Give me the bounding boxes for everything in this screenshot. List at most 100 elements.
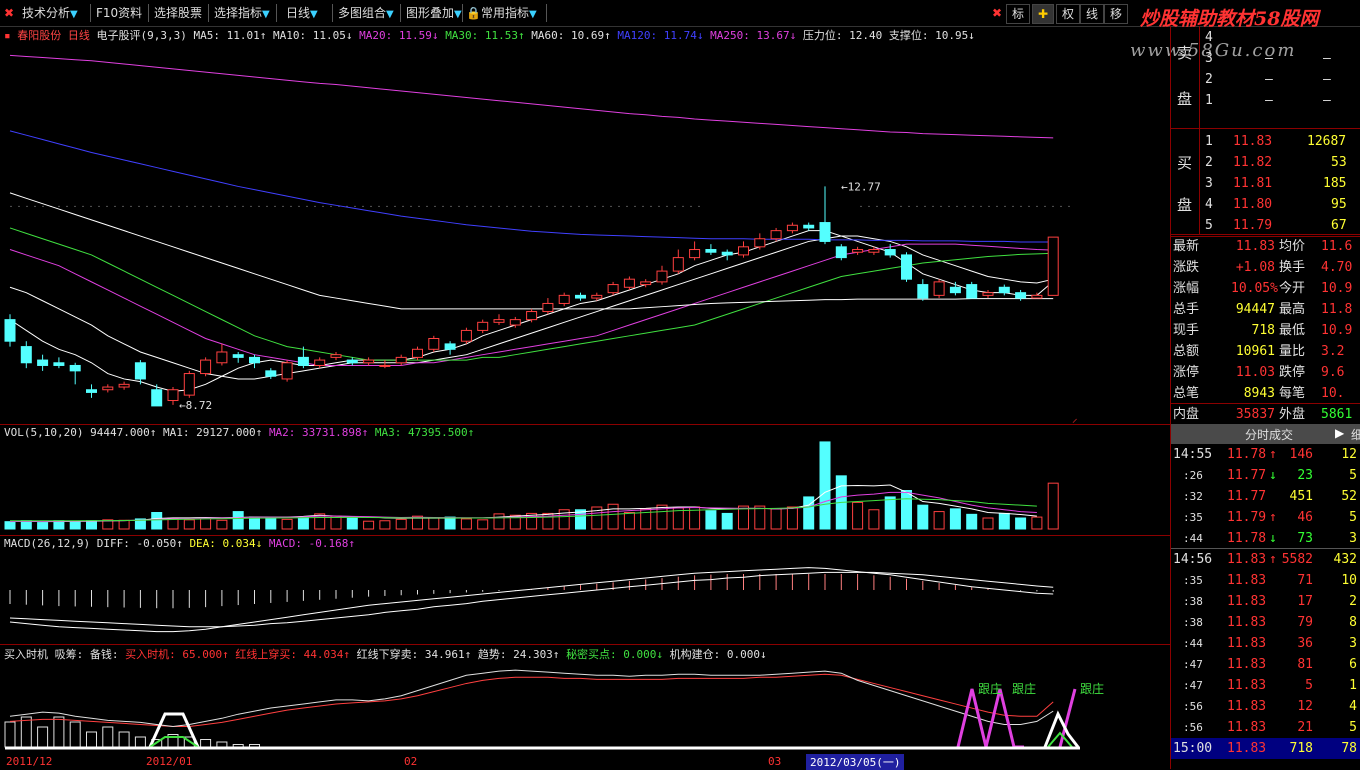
tick-row[interactable]: :47 11.83 81 6	[1171, 654, 1360, 675]
candle-body	[37, 359, 49, 366]
tick-row[interactable]: :32 11.77 451 52	[1171, 486, 1360, 507]
candle-body	[102, 386, 114, 391]
volume-bar	[803, 496, 815, 530]
volume-bar	[917, 504, 929, 530]
candle-body	[265, 370, 277, 377]
crosshair-button[interactable]: ✚	[1032, 4, 1054, 24]
buy-row[interactable]: 4 11.80 95	[1171, 194, 1360, 215]
volume-panel[interactable]: VOL(5,10,20) 94447.000↑ MA1: 29127.000↑ …	[0, 425, 1170, 536]
cursor-date-label: 2012/03/05(一)	[806, 754, 905, 770]
candle-body	[949, 286, 961, 294]
tick-row[interactable]: :56 11.83 21 5	[1171, 717, 1360, 738]
tick-row[interactable]: :47 11.83 5 1	[1171, 675, 1360, 696]
buytime-bar	[216, 741, 228, 748]
tick-row[interactable]: :38 11.83 79 8	[1171, 612, 1360, 633]
magenta-signal	[956, 688, 1024, 749]
menu-overlay[interactable]: 图形叠加▼	[406, 4, 462, 22]
high-price-label: ←12.77	[841, 180, 881, 193]
macd-chart[interactable]	[0, 550, 1170, 644]
menu-period[interactable]: 日线▼	[286, 4, 318, 22]
ma-line-ma20	[9, 243, 1054, 366]
volume-bar	[200, 517, 212, 530]
volume-bar	[786, 506, 798, 530]
buy-row[interactable]: 2 11.82 53	[1171, 152, 1360, 173]
candle-body	[754, 238, 766, 248]
sell-row[interactable]: 4	[1171, 27, 1360, 48]
tick-row[interactable]: 15:00 11.83 718 78	[1171, 738, 1360, 759]
volume-bar	[623, 512, 635, 530]
macd-name[interactable]: MACD(26,12,9)	[4, 537, 90, 550]
candle-body	[249, 356, 260, 364]
tick-row[interactable]: :26 11.77 ↓ 23 5	[1171, 465, 1360, 486]
ma-line-ma60	[9, 192, 1054, 310]
tick-row[interactable]: :38 11.83 17 2	[1171, 591, 1360, 612]
main-indicator-line: ▪ 春阳股份 日线 电子股评(9,3,3) MA5: 11.01↑ MA10: …	[4, 27, 975, 43]
candle-body	[412, 348, 423, 358]
period-label: 日线	[67, 29, 90, 42]
diff-line	[9, 567, 1054, 633]
menu-select-stock[interactable]: 选择股票	[154, 4, 202, 22]
sell-row[interactable]: 1– –	[1171, 90, 1360, 111]
tick-row[interactable]: :56 11.83 12 4	[1171, 696, 1360, 717]
candle-body	[53, 362, 65, 366]
candle-body	[982, 292, 994, 296]
buytime-bar	[102, 726, 114, 748]
menu-f10[interactable]: F10资料	[96, 4, 142, 22]
buy-row[interactable]: 1 11.83 12687	[1171, 131, 1360, 152]
tick-row[interactable]: :35 11.79 ↑ 46 5	[1171, 507, 1360, 528]
mark-button[interactable]: 标	[1006, 4, 1030, 24]
macd-macd: MACD: -0.168↑	[268, 537, 356, 550]
candle-body	[86, 389, 97, 393]
candle-body	[379, 364, 391, 367]
menu-technical-analysis[interactable]: 技术分析▼	[22, 4, 78, 22]
dropdown-triangle-icon: ▼	[386, 9, 394, 20]
ticks-header[interactable]: 分时成交 ▶ 细	[1171, 424, 1360, 444]
buy-row[interactable]: 5 11.79 67	[1171, 215, 1360, 236]
volume-bar	[330, 515, 342, 530]
buytime-panel[interactable]: 买入时机 吸筹: 备钱: 买入时机: 65.000↑ 红线上穿买: 44.034…	[0, 645, 1170, 753]
detail-label[interactable]: 细	[1351, 426, 1360, 443]
tick-row[interactable]: :44 11.78 ↓ 73 3	[1171, 528, 1360, 549]
stat-row: 涨幅 10.05% 今开 10.9	[1173, 281, 1353, 296]
tick-row[interactable]: 14:55 11.78 ↑ 146 12	[1171, 444, 1360, 465]
dropdown-triangle-icon: ▼	[70, 9, 78, 20]
menu-common-indicators[interactable]: 🔒常用指标▼	[466, 4, 537, 22]
stat-row: 总手 94447 最高 11.8	[1173, 302, 1353, 317]
tick-row[interactable]: 14:56 11.83 ↑ 5582 432	[1171, 549, 1360, 570]
buytime-chart[interactable]: 跟庄 跟庄 跟庄	[0, 659, 1170, 753]
window-close-icon[interactable]: ✖	[992, 4, 1002, 22]
play-icon[interactable]: ▶	[1335, 426, 1344, 440]
sell-row[interactable]: 2– –	[1171, 69, 1360, 90]
stock-icon: ▪	[4, 29, 11, 42]
signal-shape	[149, 736, 199, 748]
volume-bar	[1047, 482, 1059, 530]
tick-row[interactable]: :44 11.83 36 3	[1171, 633, 1360, 654]
stock-name[interactable]: 春阳股份	[17, 29, 61, 42]
candle-body	[721, 251, 733, 256]
rights-button[interactable]: 权	[1056, 4, 1080, 24]
lock-icon: 🔒	[466, 6, 481, 20]
menu-multi-chart[interactable]: 多图组合▼	[338, 4, 394, 22]
candle-body	[428, 338, 440, 350]
menu-select-indicator[interactable]: 选择指标▼	[214, 4, 270, 22]
date-label: 03	[768, 755, 782, 768]
close-icon[interactable]: ✖	[4, 4, 14, 22]
sell-row[interactable]: 3– –	[1171, 48, 1360, 69]
stat-row: 涨停 11.03 跌停 9.6	[1173, 365, 1345, 380]
indicator-name[interactable]: 电子股评(9,3,3)	[97, 29, 187, 42]
volume-bar	[738, 505, 749, 530]
main-kline-panel[interactable]: ▪ 春阳股份 日线 电子股评(9,3,3) MA5: 11.01↑ MA10: …	[0, 26, 1170, 425]
buy-row[interactable]: 3 11.81 185	[1171, 173, 1360, 194]
macd-panel[interactable]: MACD(26,12,9) DIFF: -0.050↑ DEA: 0.034↓ …	[0, 536, 1170, 645]
candle-body	[216, 351, 228, 364]
move-button[interactable]: 移	[1104, 4, 1128, 24]
candle-body	[526, 311, 538, 321]
vol-name[interactable]: VOL(5,10,20)	[4, 426, 83, 439]
candle-body	[281, 362, 293, 380]
candle-body	[917, 284, 929, 299]
volume-chart[interactable]	[0, 439, 1170, 535]
buytime-bar	[118, 731, 130, 748]
line-button[interactable]: 线	[1080, 4, 1104, 24]
kline-chart[interactable]: ←12.77 ←8.72 ⸝	[0, 42, 1170, 424]
tick-row[interactable]: :35 11.83 71 10	[1171, 570, 1360, 591]
